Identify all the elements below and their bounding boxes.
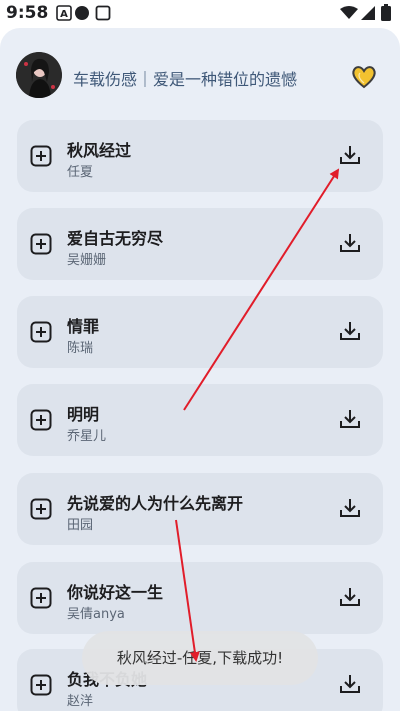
song-card[interactable]: 情罪 陈瑞 bbox=[17, 296, 383, 368]
song-artist: 赵洋 bbox=[67, 694, 94, 709]
download-icon[interactable] bbox=[338, 407, 362, 431]
song-card[interactable]: 爱自古无穷尽 吴姗姗 bbox=[17, 208, 383, 280]
song-artist: 陈瑞 bbox=[67, 341, 94, 356]
add-to-playlist-icon[interactable] bbox=[30, 674, 52, 696]
playlist-title: 车载伤感｜爱是一种错位的遗憾 bbox=[73, 70, 298, 89]
song-artist: 田园 bbox=[67, 518, 94, 533]
signal-icon bbox=[361, 6, 375, 20]
status-time: 9:58 bbox=[6, 3, 49, 23]
song-artist: 吴姗姗 bbox=[67, 253, 107, 268]
download-icon[interactable] bbox=[338, 143, 362, 167]
song-title: 明明 bbox=[67, 405, 100, 424]
add-to-playlist-icon[interactable] bbox=[30, 587, 52, 609]
heart-icon[interactable] bbox=[350, 63, 378, 91]
download-icon[interactable] bbox=[338, 319, 362, 343]
download-icon[interactable] bbox=[338, 672, 362, 696]
add-to-playlist-icon[interactable] bbox=[30, 321, 52, 343]
playlist-header: 车载伤感｜爱是一种错位的遗憾 bbox=[0, 28, 400, 118]
toast-message: 秋风经过-任夏,下载成功! bbox=[82, 631, 318, 685]
avatar-image bbox=[16, 52, 62, 98]
playlist-sheet: 车载伤感｜爱是一种错位的遗憾 秋风经过 任夏 爱自古无穷尽 吴姗姗 情罪 陈瑞 … bbox=[0, 28, 400, 711]
battery-icon bbox=[381, 4, 391, 21]
add-to-playlist-icon[interactable] bbox=[30, 233, 52, 255]
song-title: 情罪 bbox=[67, 317, 100, 336]
svg-text:A: A bbox=[60, 9, 68, 20]
add-to-playlist-icon[interactable] bbox=[30, 145, 52, 167]
song-title: 秋风经过 bbox=[67, 141, 132, 160]
song-title: 爱自古无穷尽 bbox=[67, 229, 164, 248]
a-box-icon: A bbox=[56, 5, 72, 21]
song-card[interactable]: 秋风经过 任夏 bbox=[17, 120, 383, 192]
status-bar: 9:58 A bbox=[0, 0, 400, 26]
song-title: 你说好这一生 bbox=[67, 583, 164, 602]
square-icon bbox=[95, 5, 111, 21]
song-artist: 吴倩anya bbox=[67, 607, 125, 622]
song-card[interactable]: 明明 乔星儿 bbox=[17, 384, 383, 456]
download-icon[interactable] bbox=[338, 496, 362, 520]
song-card[interactable]: 你说好这一生 吴倩anya bbox=[17, 562, 383, 634]
add-to-playlist-icon[interactable] bbox=[30, 409, 52, 431]
circle-icon bbox=[75, 6, 89, 20]
song-card[interactable]: 先说爱的人为什么先离开 田园 bbox=[17, 473, 383, 545]
song-artist: 任夏 bbox=[67, 165, 94, 180]
wifi-icon bbox=[340, 6, 358, 19]
add-to-playlist-icon[interactable] bbox=[30, 498, 52, 520]
song-artist: 乔星儿 bbox=[67, 429, 107, 444]
avatar[interactable] bbox=[16, 52, 62, 98]
song-title: 先说爱的人为什么先离开 bbox=[67, 494, 244, 513]
download-icon[interactable] bbox=[338, 585, 362, 609]
download-icon[interactable] bbox=[338, 231, 362, 255]
